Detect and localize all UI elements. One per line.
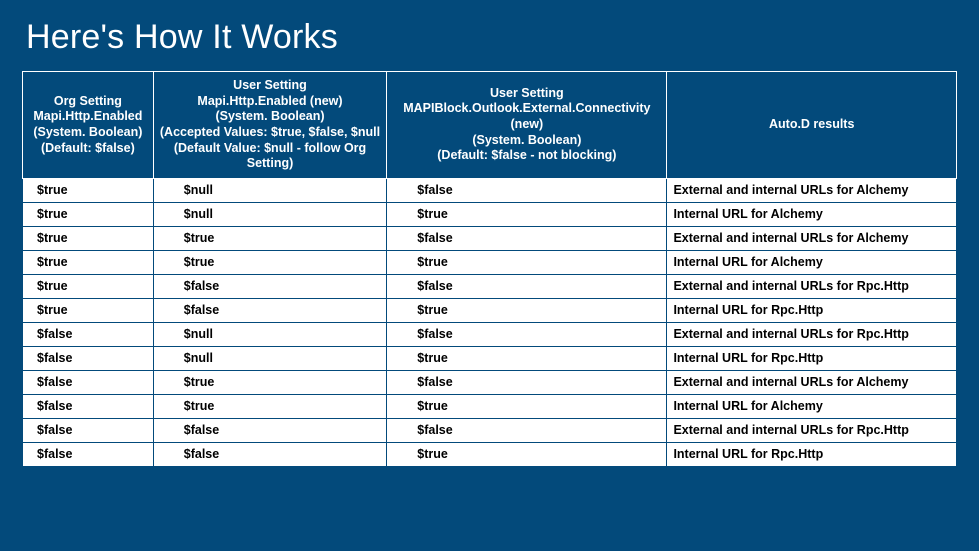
- cell: External and internal URLs for Alchemy: [667, 178, 957, 202]
- table-row: $false$false$falseExternal and internal …: [23, 418, 957, 442]
- table-row: $false$true$trueInternal URL for Alchemy: [23, 394, 957, 418]
- cell: Internal URL for Alchemy: [667, 202, 957, 226]
- cell: $false: [387, 178, 667, 202]
- cell: $true: [23, 298, 154, 322]
- table-row: $false$false$trueInternal URL for Rpc.Ht…: [23, 442, 957, 466]
- header-autod-results: Auto.D results: [667, 72, 957, 179]
- cell: $true: [387, 298, 667, 322]
- cell: External and internal URLs for Rpc.Http: [667, 418, 957, 442]
- cell: $false: [387, 226, 667, 250]
- cell: $null: [153, 178, 387, 202]
- cell: External and internal URLs for Alchemy: [667, 226, 957, 250]
- slide: Here's How It Works Org SettingMapi.Http…: [0, 0, 979, 551]
- cell: $true: [153, 394, 387, 418]
- cell: $false: [23, 418, 154, 442]
- cell: $false: [23, 442, 154, 466]
- table-row: $false$null$trueInternal URL for Rpc.Htt…: [23, 346, 957, 370]
- cell: $true: [23, 202, 154, 226]
- cell: $true: [153, 370, 387, 394]
- table-row: $true$false$falseExternal and internal U…: [23, 274, 957, 298]
- cell: $false: [23, 394, 154, 418]
- table-row: $true$null$trueInternal URL for Alchemy: [23, 202, 957, 226]
- cell: $true: [153, 250, 387, 274]
- cell: $true: [387, 250, 667, 274]
- cell: $false: [153, 298, 387, 322]
- cell: $false: [153, 442, 387, 466]
- cell: $false: [23, 322, 154, 346]
- cell: $true: [23, 226, 154, 250]
- cell: $false: [387, 370, 667, 394]
- cell: $true: [387, 442, 667, 466]
- table-row: $true$true$trueInternal URL for Alchemy: [23, 250, 957, 274]
- cell: External and internal URLs for Alchemy: [667, 370, 957, 394]
- cell: $false: [23, 346, 154, 370]
- header-row: Org SettingMapi.Http.Enabled(System. Boo…: [23, 72, 957, 179]
- cell: $false: [387, 322, 667, 346]
- cell: $true: [387, 202, 667, 226]
- table-container: Org SettingMapi.Http.Enabled(System. Boo…: [22, 71, 957, 467]
- cell: $true: [153, 226, 387, 250]
- table-row: $false$true$falseExternal and internal U…: [23, 370, 957, 394]
- table-row: $true$true$falseExternal and internal UR…: [23, 226, 957, 250]
- cell: $false: [387, 274, 667, 298]
- page-title: Here's How It Works: [26, 18, 957, 57]
- cell: Internal URL for Alchemy: [667, 394, 957, 418]
- cell: Internal URL for Rpc.Http: [667, 298, 957, 322]
- cell: $null: [153, 202, 387, 226]
- cell: $false: [153, 274, 387, 298]
- header-user-setting-enabled: User SettingMapi.Http.Enabled (new)(Syst…: [153, 72, 387, 179]
- header-org-setting: Org SettingMapi.Http.Enabled(System. Boo…: [23, 72, 154, 179]
- table-row: $true$null$falseExternal and internal UR…: [23, 178, 957, 202]
- cell: External and internal URLs for Rpc.Http: [667, 322, 957, 346]
- cell: $true: [23, 178, 154, 202]
- table-head: Org SettingMapi.Http.Enabled(System. Boo…: [23, 72, 957, 179]
- cell: $true: [387, 394, 667, 418]
- cell: $false: [23, 370, 154, 394]
- header-user-setting-block: User SettingMAPIBlock.Outlook.External.C…: [387, 72, 667, 179]
- cell: $true: [387, 346, 667, 370]
- table-row: $false$null$falseExternal and internal U…: [23, 322, 957, 346]
- settings-table: Org SettingMapi.Http.Enabled(System. Boo…: [22, 71, 957, 467]
- cell: Internal URL for Rpc.Http: [667, 442, 957, 466]
- cell: $true: [23, 250, 154, 274]
- cell: $true: [23, 274, 154, 298]
- table-row: $true$false$trueInternal URL for Rpc.Htt…: [23, 298, 957, 322]
- cell: $false: [387, 418, 667, 442]
- cell: Internal URL for Rpc.Http: [667, 346, 957, 370]
- cell: Internal URL for Alchemy: [667, 250, 957, 274]
- cell: $null: [153, 322, 387, 346]
- cell: External and internal URLs for Rpc.Http: [667, 274, 957, 298]
- cell: $false: [153, 418, 387, 442]
- cell: $null: [153, 346, 387, 370]
- table-body: $true$null$falseExternal and internal UR…: [23, 178, 957, 466]
